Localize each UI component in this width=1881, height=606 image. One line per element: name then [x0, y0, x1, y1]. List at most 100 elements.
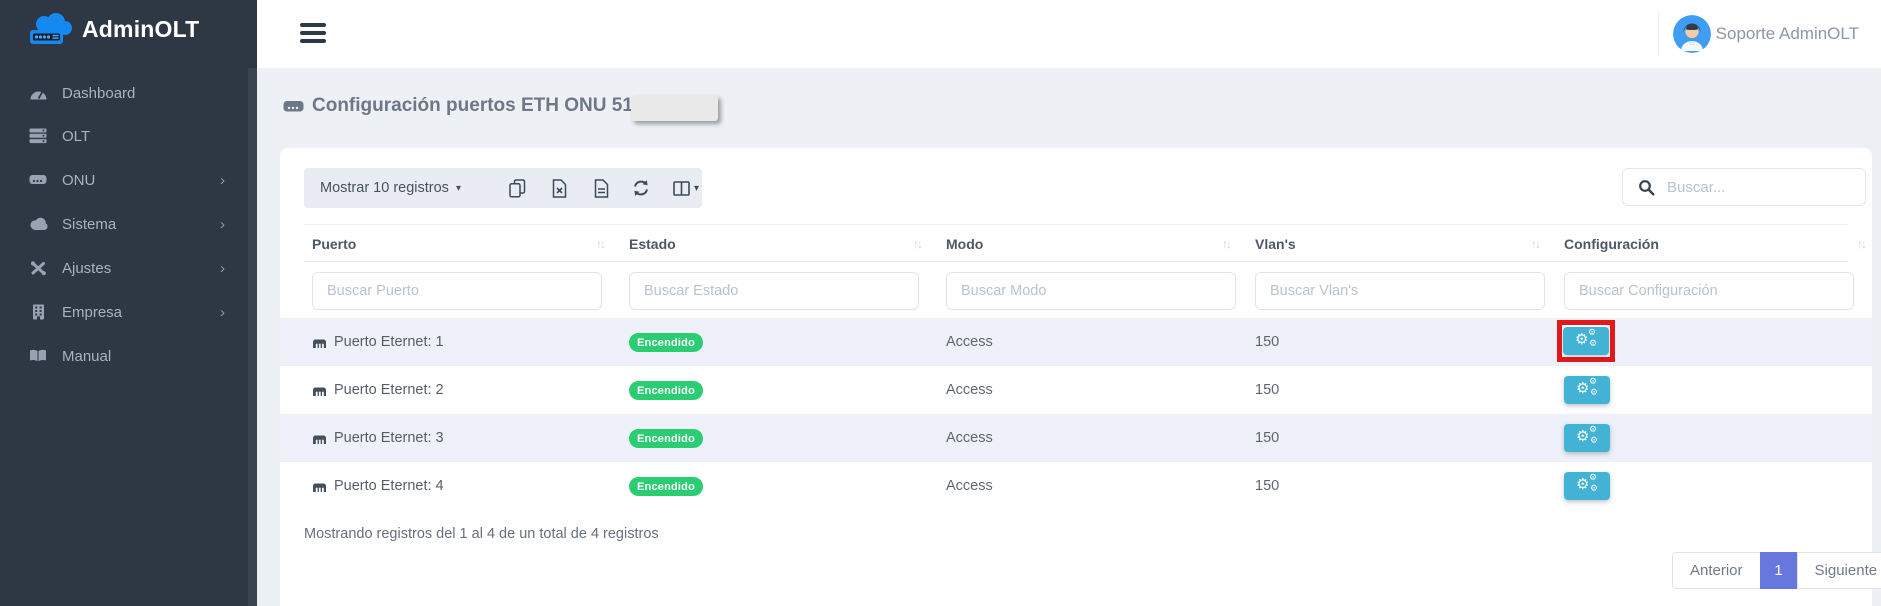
page-length-label: Mostrar 10 registros: [320, 180, 449, 196]
table-info-text: Mostrando registros del 1 al 4 de un tot…: [304, 526, 659, 542]
cell-modo: Access: [946, 414, 993, 462]
ethernet-icon: [312, 384, 327, 397]
sidebar-item-manual[interactable]: Manual: [0, 336, 257, 376]
topbar: Soporte AdminOLT: [257, 0, 1881, 68]
cell-puerto: Puerto Eternet: 3: [312, 414, 444, 462]
page-length-select[interactable]: Mostrar 10 registros ▾: [320, 168, 461, 208]
chevron-right-icon: ›: [220, 216, 225, 233]
username[interactable]: Soporte AdminOLT: [1716, 0, 1859, 68]
table-header-row: Puerto Estado Modo Vlan's Configuración …: [304, 224, 1848, 262]
table-search: [1622, 168, 1866, 206]
column-visibility-button[interactable]: ▾: [662, 168, 710, 208]
chevron-right-icon: ›: [220, 172, 225, 189]
pagination-next-button[interactable]: Siguiente: [1797, 552, 1881, 589]
open-book-icon: [28, 349, 48, 363]
configure-port-button[interactable]: ⚙⚙⚙: [1564, 376, 1610, 404]
sidebar-item-onu[interactable]: ONU ›: [0, 160, 257, 200]
sidebar-item-olt[interactable]: OLT: [0, 116, 257, 156]
sort-icon[interactable]: ↑↓: [913, 225, 921, 263]
table-card: Mostrar 10 registros ▾ ▾: [280, 148, 1872, 606]
copy-icon: [509, 179, 526, 198]
cell-puerto: Puerto Eternet: 1: [312, 318, 444, 366]
cell-estado: Encendido: [629, 366, 703, 414]
building-icon: [28, 304, 48, 320]
sort-icon[interactable]: ↑↓: [596, 225, 604, 263]
page-title-row: Configuración puertos ETH ONU 512 -: [283, 88, 655, 124]
redacted-onu-name: [631, 95, 718, 121]
sidebar-item-ajustes[interactable]: Ajustes ›: [0, 248, 257, 288]
table-row: Puerto Eternet: 4 Encendido Access 150 ⚙…: [280, 462, 1872, 510]
file-excel-icon: [552, 179, 567, 198]
chevron-right-icon: ›: [220, 304, 225, 321]
sidebar-toggle-button[interactable]: [300, 23, 326, 45]
filter-vlans-input[interactable]: [1255, 272, 1545, 310]
sidebar-item-dashboard[interactable]: Dashboard: [0, 73, 257, 113]
filter-row: [280, 262, 1872, 318]
search-icon: [1638, 179, 1655, 196]
column-header-modo[interactable]: Modo: [946, 225, 983, 263]
user-avatar-icon: [1673, 15, 1711, 53]
annotation-highlight-box: ⚙⚙⚙: [1557, 320, 1615, 362]
column-header-configuracion[interactable]: Configuración: [1564, 225, 1659, 263]
copy-button[interactable]: [500, 168, 534, 208]
sort-icon[interactable]: ↑↓: [1222, 225, 1230, 263]
column-header-estado[interactable]: Estado: [629, 225, 676, 263]
sidebar-item-empresa[interactable]: Empresa ›: [0, 292, 257, 332]
table-columns-icon: [673, 181, 690, 196]
export-excel-button[interactable]: [542, 168, 576, 208]
refresh-button[interactable]: [624, 168, 658, 208]
cloud-device-logo-icon: [28, 11, 74, 47]
file-lines-icon: [594, 179, 609, 198]
filter-puerto-input[interactable]: [312, 272, 602, 310]
cogs-icon: ⚙⚙⚙: [1564, 424, 1610, 452]
page-title: Configuración puertos ETH ONU 512 -: [312, 95, 655, 117]
ethernet-icon: [312, 432, 327, 445]
ethernet-icon: [312, 480, 327, 493]
export-file-button[interactable]: [584, 168, 618, 208]
column-header-vlans[interactable]: Vlan's: [1255, 225, 1296, 263]
status-badge: Encendido: [629, 429, 703, 448]
cell-configuracion: ⚙⚙⚙: [1564, 366, 1610, 414]
filter-modo-input[interactable]: [946, 272, 1236, 310]
cell-vlans: 150: [1255, 462, 1279, 510]
sidebar-item-label: Manual: [62, 348, 111, 365]
column-header-puerto[interactable]: Puerto: [312, 225, 356, 263]
cell-vlans: 150: [1255, 318, 1279, 366]
sidebar-item-label: Empresa: [62, 304, 122, 321]
puerto-label: Puerto Eternet: 3: [334, 430, 444, 446]
pagination-page-1[interactable]: 1: [1760, 552, 1798, 589]
search-input[interactable]: [1667, 179, 1852, 196]
sidebar-item-label: Ajustes: [62, 260, 111, 277]
sidebar: AdminOLT Dashboard OLT ONU › Sistema: [0, 0, 257, 606]
cell-estado: Encendido: [629, 414, 703, 462]
cell-configuracion: ⚙⚙⚙: [1564, 462, 1610, 510]
cogs-icon: ⚙⚙⚙: [1563, 327, 1609, 355]
cell-modo: Access: [946, 462, 993, 510]
sort-icon[interactable]: ↑↓: [1531, 225, 1539, 263]
app-logo[interactable]: AdminOLT: [28, 11, 199, 47]
sidebar-item-sistema[interactable]: Sistema ›: [0, 204, 257, 244]
filter-configuracion-input[interactable]: [1564, 272, 1854, 310]
pagination-prev-button[interactable]: Anterior: [1672, 552, 1761, 589]
ethernet-icon: [312, 336, 327, 349]
cell-estado: Encendido: [629, 318, 703, 366]
configure-port-button[interactable]: ⚙⚙⚙: [1564, 424, 1610, 452]
sort-icon[interactable]: ↑↓: [1857, 225, 1865, 263]
server-stack-icon: [28, 128, 48, 144]
cell-vlans: 150: [1255, 366, 1279, 414]
puerto-label: Puerto Eternet: 2: [334, 382, 444, 398]
caret-down-icon: ▾: [694, 183, 699, 194]
sidebar-item-label: OLT: [62, 128, 90, 145]
cell-puerto: Puerto Eternet: 2: [312, 366, 444, 414]
logo-text: AdminOLT: [82, 16, 199, 43]
app-root: AdminOLT Dashboard OLT ONU › Sistema: [0, 0, 1881, 606]
configure-port-button[interactable]: ⚙⚙⚙: [1564, 472, 1610, 500]
status-badge: Encendido: [629, 381, 703, 400]
status-badge: Encendido: [629, 333, 703, 352]
filter-estado-input[interactable]: [629, 272, 919, 310]
cloud-icon: [28, 217, 48, 231]
configure-port-button[interactable]: ⚙⚙⚙: [1563, 327, 1609, 355]
device-title-icon: [283, 99, 304, 114]
puerto-label: Puerto Eternet: 4: [334, 478, 444, 494]
avatar[interactable]: [1673, 15, 1711, 53]
